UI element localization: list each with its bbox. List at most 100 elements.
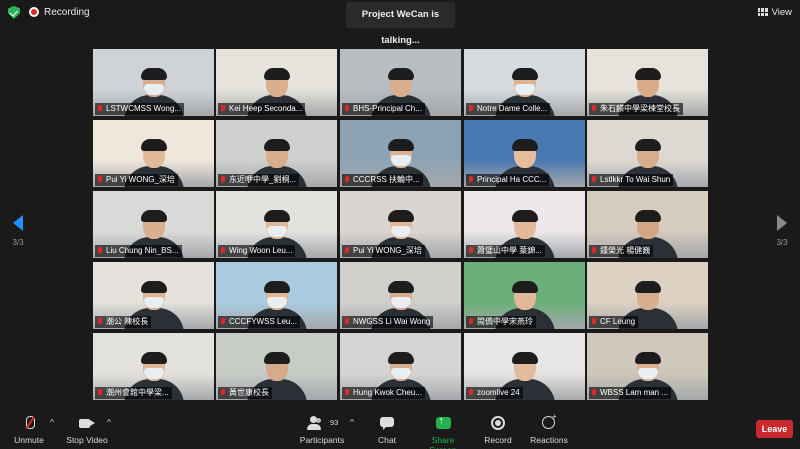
- participant-video-tile[interactable]: 朱石麟中學梁楝堂校長: [587, 49, 708, 116]
- leave-button[interactable]: Leave: [756, 420, 793, 438]
- participant-name: Liu Chung Nin_BS...: [106, 246, 179, 255]
- face-mask: [143, 368, 164, 379]
- stop-video-button[interactable]: Stop Video: [65, 416, 109, 445]
- participant-hair: [634, 68, 661, 80]
- participant-video-tile[interactable]: Liu Chung Nin_BS...: [93, 191, 214, 258]
- participant-hair: [263, 281, 290, 293]
- participant-video-tile[interactable]: 潮公 陳校長: [93, 262, 214, 329]
- participant-name: CCCRSS 扶輪中...: [353, 175, 420, 184]
- muted-mic-icon: [97, 389, 103, 397]
- participant-name: Wing Woon Leu...: [229, 246, 293, 255]
- participant-name-label: NWGSS Li Wai Wong: [342, 316, 434, 328]
- participant-video-tile[interactable]: 鍾榮光 楊健巍: [587, 191, 708, 258]
- participant-video-tile[interactable]: LSTWCMSS Wong...: [93, 49, 214, 116]
- share-screen-icon: [435, 415, 451, 432]
- security-shield-icon[interactable]: [8, 6, 20, 19]
- unmute-button[interactable]: Unmute: [12, 416, 46, 445]
- participant-video-tile[interactable]: 閩僑中學宋燕玲: [464, 262, 585, 329]
- participant-hair: [634, 139, 661, 151]
- participant-video-tile[interactable]: WBSS Lam man ...: [587, 333, 708, 400]
- muted-mic-icon: [344, 105, 350, 113]
- participant-video-tile[interactable]: Hung Kwok Cheu...: [340, 333, 461, 400]
- reactions-button[interactable]: Reactions: [529, 412, 569, 445]
- participant-hair: [263, 352, 290, 364]
- muted-mic-icon: [344, 389, 350, 397]
- participant-hair: [634, 281, 661, 293]
- muted-mic-icon: [220, 389, 226, 397]
- participant-name-label: BHS-Principal Ch...: [342, 103, 425, 115]
- muted-mic-icon: [220, 105, 226, 113]
- participant-name-label: Notre Dame Colle...: [466, 103, 551, 115]
- page-indicator-left: 3/3: [12, 238, 24, 247]
- record-button[interactable]: Record: [482, 416, 514, 445]
- video-options-caret-icon[interactable]: ^: [107, 417, 111, 427]
- participant-name-label: LSTWCMSS Wong...: [95, 103, 184, 115]
- page-indicator-right: 3/3: [776, 238, 788, 247]
- participant-video-tile[interactable]: CCCFYWSS Leu...: [216, 262, 337, 329]
- participant-hair: [387, 352, 414, 364]
- participant-hair: [140, 281, 167, 293]
- participant-name: 东近咿中學_劉桐...: [229, 175, 297, 184]
- chat-button[interactable]: Chat: [372, 416, 402, 445]
- arrow-right-icon: [777, 215, 787, 231]
- view-button[interactable]: View: [757, 4, 792, 20]
- chat-icon: [380, 416, 394, 432]
- muted-mic-icon: [344, 318, 350, 326]
- participant-video-tile[interactable]: 黃世康校長: [216, 333, 337, 400]
- participant-hair: [263, 68, 290, 80]
- audio-options-caret-icon[interactable]: ^: [50, 417, 54, 427]
- unmute-label: Unmute: [14, 435, 44, 445]
- participant-hair: [140, 139, 167, 151]
- chat-label: Chat: [378, 435, 396, 445]
- participant-name-label: CF Leung: [589, 316, 639, 328]
- participant-name-label: 黃世康校長: [218, 387, 272, 399]
- participant-video-tile[interactable]: CF Leung: [587, 262, 708, 329]
- participant-name: BHS-Principal Ch...: [353, 104, 422, 113]
- participant-video-tile[interactable]: 潮州會館中學梁...: [93, 333, 214, 400]
- participant-hair: [387, 281, 414, 293]
- face-mask: [143, 297, 164, 308]
- grid-view-icon: [757, 8, 768, 16]
- muted-mic-icon: [344, 176, 350, 184]
- participant-video-tile[interactable]: 蕭璧山中學 葉錦...: [464, 191, 585, 258]
- participant-name: 閩僑中學宋燕玲: [477, 317, 533, 326]
- previous-page-button[interactable]: 3/3: [7, 215, 29, 247]
- participant-name: 潮州會館中學梁...: [106, 388, 169, 397]
- participant-video-tile[interactable]: CCCRSS 扶輪中...: [340, 120, 461, 187]
- participant-name: 蕭璧山中學 葉錦...: [477, 246, 542, 255]
- participants-options-caret-icon[interactable]: ^: [350, 417, 354, 427]
- reactions-smiley-icon: [542, 412, 557, 432]
- next-page-button[interactable]: 3/3: [771, 215, 793, 247]
- participant-video-tile[interactable]: Lstlkkr To Wai Shun: [587, 120, 708, 187]
- muted-mic-icon: [591, 105, 597, 113]
- participant-video-tile[interactable]: 东近咿中學_劉桐...: [216, 120, 337, 187]
- face-mask: [266, 226, 287, 237]
- participant-name: CF Leung: [600, 317, 636, 326]
- participant-video-tile[interactable]: NWGSS Li Wai Wong: [340, 262, 461, 329]
- participant-video-tile[interactable]: Principal Ha CCC...: [464, 120, 585, 187]
- face-mask: [143, 84, 164, 95]
- participant-name-label: 鍾榮光 楊健巍: [589, 245, 654, 257]
- participant-video-tile[interactable]: Notre Dame Colle...: [464, 49, 585, 116]
- participant-video-tile[interactable]: Pui Yi WONG_深培: [340, 191, 461, 258]
- muted-mic-icon: [220, 176, 226, 184]
- participant-video-tile[interactable]: Pui Yi WONG_深培: [93, 120, 214, 187]
- muted-mic-icon: [97, 176, 103, 184]
- participant-hair: [511, 210, 538, 222]
- participant-name-label: CCCRSS 扶輪中...: [342, 174, 423, 186]
- participant-video-tile[interactable]: zoomlive 24: [464, 333, 585, 400]
- participant-hair: [263, 210, 290, 222]
- muted-mic-icon: [591, 318, 597, 326]
- muted-mic-icon: [97, 105, 103, 113]
- participant-name-label: 閩僑中學宋燕玲: [466, 316, 536, 328]
- recording-label: Recording: [44, 7, 90, 18]
- muted-mic-icon: [220, 247, 226, 255]
- participant-video-tile[interactable]: BHS-Principal Ch...: [340, 49, 461, 116]
- participant-name: zoomlive 24: [477, 388, 520, 397]
- participants-button[interactable]: 93 Participants: [299, 416, 345, 445]
- participant-video-tile[interactable]: Wing Woon Leu...: [216, 191, 337, 258]
- participant-name-label: WBSS Lam man ...: [589, 387, 672, 399]
- muted-mic-icon: [591, 176, 597, 184]
- share-screen-button[interactable]: Share Screen: [418, 415, 468, 449]
- participant-video-tile[interactable]: Kei Heep Seconda...: [216, 49, 337, 116]
